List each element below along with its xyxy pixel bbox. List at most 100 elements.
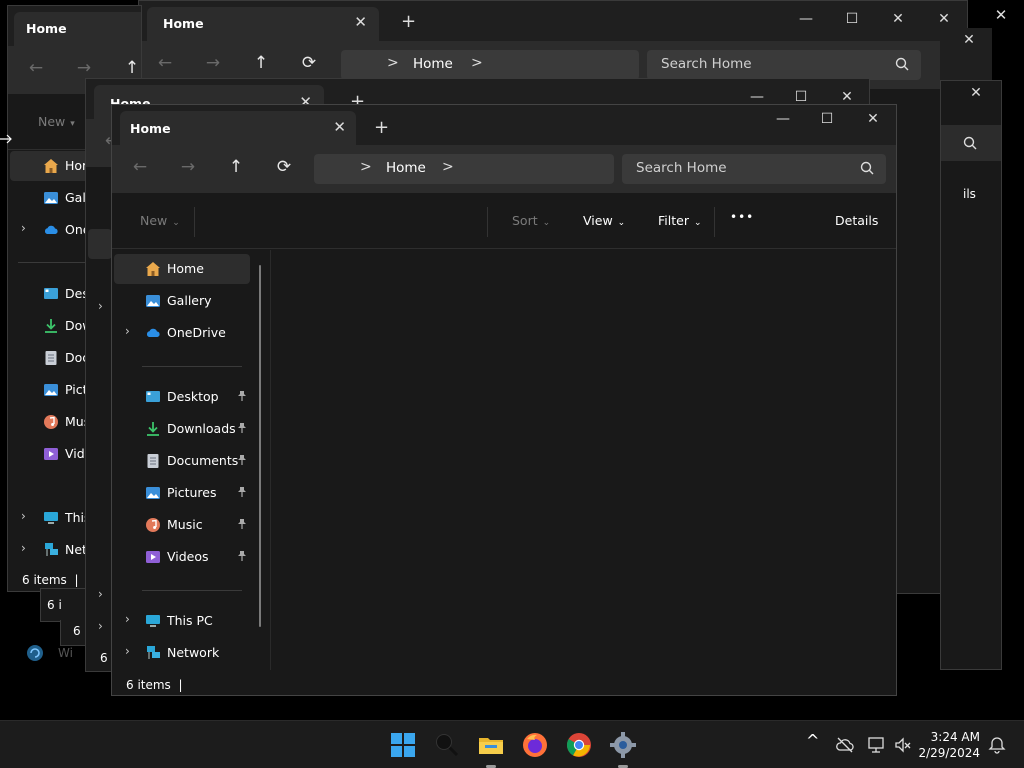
minimize-button[interactable]: — xyxy=(791,11,821,31)
sidebar-item-selected[interactable] xyxy=(88,229,112,259)
search-icon xyxy=(963,136,977,150)
status-item-count: 6 items | xyxy=(22,573,79,587)
new-tab-button[interactable]: + xyxy=(374,117,389,138)
file-explorer-icon[interactable] xyxy=(477,731,505,759)
divider xyxy=(714,207,715,237)
documents-icon xyxy=(45,351,57,365)
sidebar-item-music[interactable]: Music xyxy=(114,510,250,540)
bg-tab[interactable]: Home xyxy=(14,12,141,46)
divider xyxy=(487,207,488,237)
chevron-right-icon[interactable]: › xyxy=(21,509,26,523)
pin-icon[interactable] xyxy=(236,422,248,434)
sidebar-scrollbar[interactable] xyxy=(259,265,261,627)
sidebar-item-home[interactable]: Home xyxy=(114,254,250,284)
filter-button[interactable]: Filter ⌄ xyxy=(658,213,702,228)
view-button[interactable]: View ⌄ xyxy=(583,213,625,228)
desktop: Home ✕ + — ☐ ✕ ✕ ← → ↑ ⟳ > Home > Search… xyxy=(0,0,1024,720)
onedrive-icon xyxy=(146,328,160,337)
volume-muted-icon[interactable] xyxy=(893,735,913,755)
sidebar-item-pictures[interactable]: Pictures xyxy=(114,478,250,508)
up-button[interactable]: ↑ xyxy=(247,53,275,77)
close-button[interactable]: ✕ xyxy=(954,32,984,52)
close-button[interactable]: ✕ xyxy=(986,6,1016,26)
downloads-icon xyxy=(147,422,159,436)
onedrive-offline-icon[interactable] xyxy=(835,735,855,755)
new-button[interactable]: New ⌄ xyxy=(140,213,180,228)
maximize-button[interactable]: ☐ xyxy=(812,111,842,131)
chevron-down-icon: ⌄ xyxy=(172,218,180,228)
breadcrumb-location[interactable]: Home xyxy=(386,160,426,176)
pictures-icon xyxy=(146,487,160,499)
refresh-button[interactable]: ⟳ xyxy=(295,53,323,77)
pin-icon[interactable] xyxy=(236,486,248,498)
back-button[interactable]: ← xyxy=(22,58,50,82)
new-button[interactable]: New ▾ xyxy=(38,114,75,129)
show-hidden-icons-chevron[interactable]: ^ xyxy=(806,731,819,750)
gallery-icon xyxy=(44,192,58,204)
address-bar[interactable]: > Home > xyxy=(314,154,614,184)
sort-button[interactable]: Sort ⌄ xyxy=(512,213,550,228)
breadcrumb-location: Home xyxy=(413,56,453,72)
bg-tab[interactable]: Home ✕ xyxy=(147,7,379,41)
chevron-right-icon[interactable]: › xyxy=(125,612,130,626)
close-icon[interactable]: ✕ xyxy=(354,13,367,31)
more-options-icon[interactable]: ••• xyxy=(730,210,754,224)
pin-icon[interactable] xyxy=(236,550,248,562)
sidebar-item-videos[interactable]: Videos xyxy=(114,542,250,572)
chevron-right-icon[interactable]: › xyxy=(98,299,103,313)
firefox-icon[interactable] xyxy=(521,731,549,759)
start-icon[interactable] xyxy=(389,731,417,759)
sidebar-item-this-pc[interactable]: › This PC xyxy=(114,606,250,636)
close-tab-icon[interactable]: ✕ xyxy=(333,118,346,136)
chevron-right-icon[interactable]: › xyxy=(21,221,26,235)
content-area[interactable] xyxy=(271,250,896,670)
sidebar-item-downloads[interactable]: Downloads xyxy=(114,414,250,444)
address-bar[interactable]: > Home > xyxy=(341,50,639,80)
home-icon xyxy=(44,159,58,173)
search-icon[interactable] xyxy=(433,731,461,759)
forward-button[interactable]: → xyxy=(199,53,227,77)
tab-home[interactable]: Home ✕ xyxy=(120,111,356,145)
bg-tab-label: Home xyxy=(163,16,204,31)
up-button[interactable]: ↑ xyxy=(222,157,250,181)
chrome-icon[interactable] xyxy=(565,731,593,759)
breadcrumb-separator[interactable]: > xyxy=(442,159,454,175)
clock[interactable]: 3:24 AM 2/29/2024 xyxy=(918,729,980,761)
background-window-c[interactable]: ✕ ils › xyxy=(940,80,1002,670)
pin-icon[interactable] xyxy=(236,518,248,530)
pin-icon[interactable] xyxy=(236,390,248,402)
navigation-pane: Home Gallery › OneDrive Desktop Download… xyxy=(112,250,270,670)
sidebar-item-desktop[interactable]: Desktop xyxy=(114,382,250,412)
new-tab-button[interactable]: + xyxy=(401,11,416,32)
close-button[interactable]: ✕ xyxy=(858,111,888,131)
back-button[interactable]: ← xyxy=(151,53,179,77)
music-icon xyxy=(44,415,58,429)
settings-icon[interactable] xyxy=(609,731,637,759)
this-pc-icon xyxy=(44,512,58,524)
sidebar-item-gallery[interactable]: Gallery xyxy=(114,286,250,316)
sidebar-item-onedrive[interactable]: › OneDrive xyxy=(114,318,250,348)
details-button[interactable]: Details xyxy=(835,213,878,228)
divider xyxy=(142,590,242,591)
sidebar-item-documents[interactable]: Documents xyxy=(114,446,250,476)
status-item-count: 6 items | xyxy=(126,678,183,692)
close-button[interactable]: ✕ xyxy=(883,11,913,31)
maximize-button[interactable]: ☐ xyxy=(837,11,867,31)
chevron-right-icon[interactable]: › xyxy=(125,644,130,658)
chevron-right-icon[interactable]: › xyxy=(125,324,130,338)
chevron-right-icon[interactable]: › xyxy=(98,619,103,633)
pin-icon[interactable] xyxy=(236,454,248,466)
search-input[interactable]: Search Home xyxy=(622,154,886,184)
chevron-right-icon[interactable]: › xyxy=(21,541,26,555)
network-icon[interactable] xyxy=(867,735,887,755)
file-explorer-window[interactable]: Home ✕ + — ☐ ✕ ← → ↑ ⟳ > Home > Search H… xyxy=(111,104,897,696)
minimize-button[interactable]: — xyxy=(768,111,798,131)
sidebar-item-network[interactable]: › Network xyxy=(114,638,250,668)
search-input[interactable]: Search Home xyxy=(647,50,921,80)
refresh-button[interactable]: ⟳ xyxy=(270,157,298,181)
forward-button[interactable]: → xyxy=(174,157,202,181)
close-button[interactable]: ✕ xyxy=(961,85,991,105)
notification-bell-icon[interactable] xyxy=(987,735,1007,755)
back-button[interactable]: ← xyxy=(126,157,154,181)
chevron-right-icon[interactable]: › xyxy=(98,587,103,601)
